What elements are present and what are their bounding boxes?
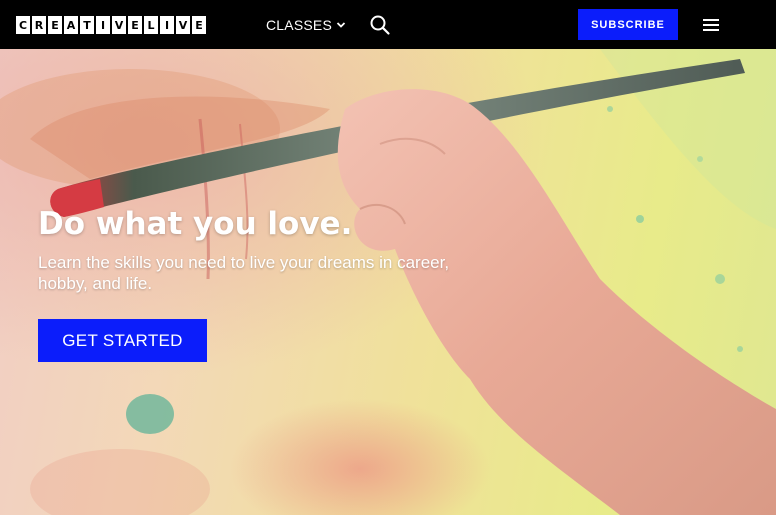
hamburger-menu-icon[interactable] [701,15,721,35]
classes-label: CLASSES [266,17,332,33]
logo-letter-tile: E [192,16,206,34]
logo-letter-tile: I [160,16,174,34]
logo-letter-tile: C [16,16,30,34]
creativelive-logo[interactable]: CREATIVELIVE [16,16,206,34]
top-navigation-bar: CREATIVELIVE CLASSES SUBSCRIBE [0,0,776,49]
search-icon[interactable] [369,14,391,36]
hero-headline: Do what you love. [38,206,353,242]
classes-menu-button[interactable]: CLASSES [266,14,346,36]
subscribe-button[interactable]: SUBSCRIBE [578,9,678,40]
logo-letter-tile: E [128,16,142,34]
logo-letter-tile: V [176,16,190,34]
logo-letter-tile: I [96,16,110,34]
hero-section: Do what you love. Learn the skills you n… [0,49,776,515]
logo-letter-tile: E [48,16,62,34]
logo-letter-tile: A [64,16,78,34]
logo-letter-tile: R [32,16,46,34]
chevron-down-icon [336,22,346,28]
logo-letter-tile: T [80,16,94,34]
logo-letter-tile: V [112,16,126,34]
hero-subheadline: Learn the skills you need to live your d… [38,253,450,293]
logo-letter-tile: L [144,16,158,34]
get-started-button[interactable]: GET STARTED [38,319,207,362]
